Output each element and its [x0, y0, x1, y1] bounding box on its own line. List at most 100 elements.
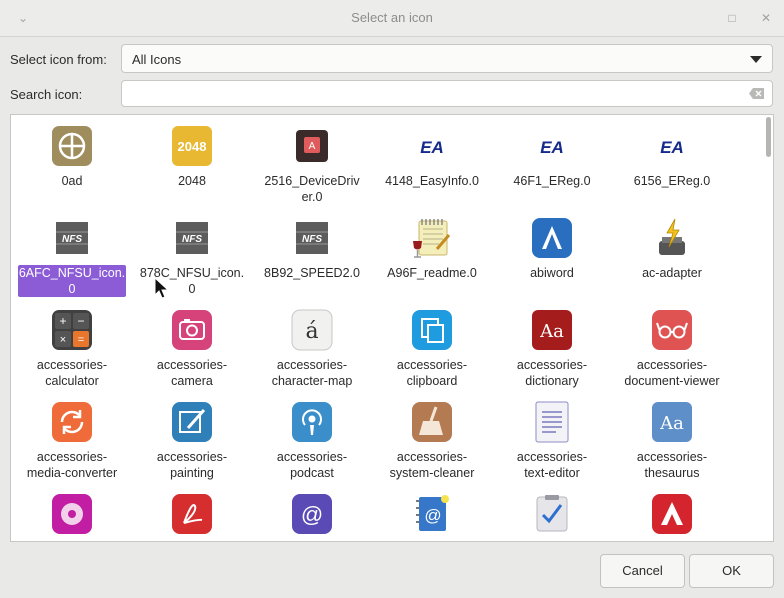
svg-text:−: −	[77, 314, 84, 328]
icon-grid-item[interactable]: A96F_readme.0	[374, 207, 490, 297]
icon-grid-item[interactable]: á accessories-character-map	[254, 299, 370, 389]
icon-grid-item[interactable]: 2048 2048	[134, 115, 250, 205]
svg-text:+: +	[59, 314, 66, 328]
icon-grid-item[interactable]	[14, 483, 130, 541]
icon-grid-item[interactable]: abiword	[494, 207, 610, 297]
icon-grid-item[interactable]: accessories-document-viewer	[614, 299, 730, 389]
ea-logo-icon: EA	[420, 138, 444, 157]
icon-grid-item[interactable]: 0ad	[14, 115, 130, 205]
text-editor-icon	[535, 401, 569, 443]
icon-grid: 0ad 2048 2048 A 2516_DeviceDriv er.0 EA 4148_Ea…	[10, 114, 774, 542]
icon-grid-item[interactable]: accessories-system-cleaner	[374, 391, 490, 481]
svg-text:A: A	[309, 141, 316, 152]
ac-adapter-icon	[659, 218, 685, 255]
icon-grid-item[interactable]: NFS 8B92_SPEED2.0	[254, 207, 370, 297]
maximize-icon[interactable]: □	[723, 9, 741, 27]
thesaurus-icon: Aa	[652, 402, 692, 442]
svg-text:@: @	[424, 506, 441, 525]
icon-grid-item[interactable]: EA 46F1_EReg.0	[494, 115, 610, 205]
svg-text:@: @	[301, 502, 323, 527]
icon-grid-item-label: accessories-dictionary	[516, 358, 588, 388]
mouse-cursor-icon	[154, 277, 170, 299]
icon-grid-item[interactable]	[134, 483, 250, 541]
icon-grid-item-label: 6AFC_NFSU_icon. 0	[18, 265, 126, 297]
svg-text:Aa: Aa	[539, 321, 564, 342]
icon-grid-item[interactable]: accessories-painting	[134, 391, 250, 481]
clipboard-icon	[412, 310, 452, 350]
svg-text:NFS: NFS	[182, 234, 202, 245]
icon-grid-item[interactable]: A 2516_DeviceDriv er.0	[254, 115, 370, 205]
icon-grid-item-label: ac-adapter	[642, 266, 702, 280]
icon-grid-item-label: 0ad	[61, 174, 83, 188]
search-input[interactable]	[121, 80, 773, 107]
icon-grid-item-label: 8B92_SPEED2.0	[264, 266, 360, 280]
ea-logo-icon: EA	[540, 138, 564, 157]
nfs-icon: NFS	[176, 222, 208, 254]
icon-grid-item[interactable]: Aa accessories-thesaurus	[614, 391, 730, 481]
svg-text:NFS: NFS	[302, 234, 322, 245]
icon-grid-item[interactable]	[494, 483, 610, 541]
email-icon: @	[292, 494, 332, 534]
media-converter-icon	[52, 402, 92, 442]
notepad-wine-icon	[413, 219, 451, 258]
svg-text:EA: EA	[540, 138, 564, 157]
svg-text:2048: 2048	[178, 139, 207, 154]
icon-source-value: All Icons	[132, 52, 182, 67]
scrollbar-thumb[interactable]	[766, 117, 771, 157]
crosshair-icon	[52, 126, 92, 166]
close-icon[interactable]: ✕	[757, 9, 775, 27]
icon-grid-item[interactable]: accessories-camera	[134, 299, 250, 389]
icon-grid-item-label: 2048	[178, 174, 206, 188]
dictionary-icon: Aa	[532, 310, 572, 350]
icon-grid-item-label: accessories-camera	[156, 358, 228, 388]
icon-grid-item-label: accessories-podcast	[276, 450, 348, 480]
svg-text:á: á	[305, 319, 318, 344]
icon-source-dropdown[interactable]: All Icons	[121, 44, 773, 73]
search-icon-label: Search icon:	[10, 87, 83, 102]
icon-grid-item-label: accessories-thesaurus	[636, 450, 708, 480]
icon-grid-item[interactable]: EA 4148_EasyInfo.0	[374, 115, 490, 205]
icon-grid-item-label: 46F1_EReg.0	[513, 174, 591, 188]
icon-grid-item-label: accessories-clipboard	[396, 358, 468, 388]
ea-logo-icon: EA	[660, 138, 684, 157]
svg-text:Aa: Aa	[659, 413, 684, 434]
svg-text:=: =	[78, 334, 84, 346]
nfs-icon: NFS	[296, 222, 328, 254]
icon-grid-item-label: accessories-document-viewer	[624, 358, 720, 388]
icon-grid-item[interactable]: NFS 878C_NFSU_icon. 0	[134, 207, 250, 297]
icon-grid-item[interactable]: accessories-clipboard	[374, 299, 490, 389]
icon-grid-item[interactable]: @	[374, 483, 490, 541]
disc-icon	[52, 494, 92, 534]
title-bar: ⌄ Select an icon □ ✕	[0, 0, 784, 37]
icon-grid-item-label: accessories-character-map	[271, 358, 353, 388]
icon-grid-item-label: 2516_DeviceDriv er.0	[264, 174, 360, 204]
clear-search-icon[interactable]	[749, 88, 764, 99]
icon-grid-item[interactable]: NFS 6AFC_NFSU_icon. 0	[14, 207, 130, 297]
svg-text:NFS: NFS	[62, 234, 82, 245]
camera-icon	[172, 310, 212, 350]
icon-grid-item-label: abiword	[530, 266, 574, 280]
icon-grid-item[interactable]: Aa accessories-dictionary	[494, 299, 610, 389]
icon-grid-item[interactable]: EA 6156_EReg.0	[614, 115, 730, 205]
icon-grid-item-label: 4148_EasyInfo.0	[385, 174, 479, 188]
adobe-air-icon	[652, 494, 692, 534]
icon-grid-item[interactable]: + − × = accessories-calculator	[14, 299, 130, 389]
icon-grid-item[interactable]: accessories-text-editor	[494, 391, 610, 481]
icon-grid-item-label: A96F_readme.0	[387, 266, 477, 280]
cancel-button[interactable]: Cancel	[600, 554, 685, 588]
icon-grid-item[interactable]: ac-adapter	[614, 207, 730, 297]
task-checklist-icon	[536, 495, 568, 532]
nfs-icon: NFS	[56, 222, 88, 254]
podcast-icon	[292, 402, 332, 442]
ok-button[interactable]: OK	[689, 554, 774, 588]
window-title: Select an icon	[351, 10, 433, 25]
calculator-icon: + −× =	[52, 310, 92, 350]
icon-grid-item[interactable]: accessories-podcast	[254, 391, 370, 481]
icon-grid-item[interactable]	[614, 483, 730, 541]
icon-grid-item[interactable]: @	[254, 483, 370, 541]
icon-grid-item[interactable]: accessories-media-converter	[14, 391, 130, 481]
address-book-icon: @	[416, 495, 449, 531]
svg-text:EA: EA	[420, 138, 444, 157]
pdf-icon	[172, 494, 212, 534]
svg-text:EA: EA	[660, 138, 684, 157]
